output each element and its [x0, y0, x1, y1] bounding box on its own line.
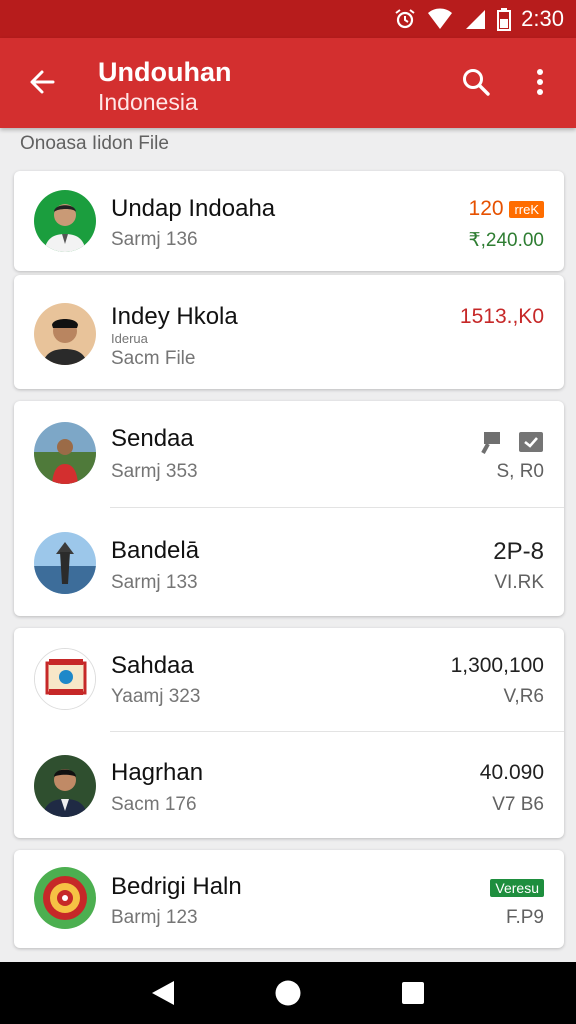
back-button[interactable] [22, 62, 62, 102]
avatar [34, 303, 96, 365]
square-recents-icon [402, 982, 425, 1004]
item-subtitle: Barmj 123 [111, 907, 198, 928]
signal-icon [463, 8, 487, 30]
app-bar: Undouhan Indonesia [0, 38, 576, 128]
list-card: Bedrigi Haln Barmj 123 Veresu F.P9 [14, 850, 564, 948]
item-secondary-value: S, R0 [496, 461, 544, 482]
list-card: Undap Indoaha Sarmj 136 120 rreK ₹,240.0… [14, 171, 564, 271]
search-icon [463, 69, 490, 96]
battery-icon [497, 7, 512, 31]
item-value: Veresu [490, 876, 544, 900]
status-time: 2:30 [521, 6, 564, 31]
list-item[interactable]: Hagrhan Sacm 176 40.090 V7 B6 [14, 732, 564, 838]
list-card: Sendaa Sarmj 353 S, R0 Bandelā Sarmj 133… [14, 401, 564, 616]
list-card: Sahdaa Yaamj 323 1,300,100 V,R6 Hagrhan … [14, 628, 564, 838]
system-nav-bar [0, 962, 576, 1024]
nav-recents-button[interactable] [388, 968, 438, 1018]
item-name: Bedrigi Haln [111, 873, 242, 900]
item-name: Bandelā [111, 537, 200, 564]
more-vert-icon [537, 69, 543, 95]
wifi-icon [427, 8, 453, 30]
circle-home-icon [275, 980, 301, 1006]
item-secondary-value: ₹,240.00 [468, 230, 544, 251]
avatar [34, 755, 96, 817]
item-secondary-value: V7 B6 [492, 794, 544, 815]
status-bar: 2:30 [0, 0, 576, 38]
avatar [34, 190, 96, 252]
app-bar-titles: Undouhan Indonesia [98, 56, 231, 116]
item-name: Sendaa [111, 425, 194, 452]
list-item[interactable]: Indey Hkola Iderua Sacm File 1513.,K0 [14, 275, 564, 389]
item-name: Hagrhan [111, 759, 204, 786]
item-subtitle: Sarmj 133 [111, 572, 198, 593]
item-subtitle: Sacm File [111, 348, 196, 369]
item-name: Undap Indoaha [111, 195, 276, 222]
item-secondary-value: F.P9 [505, 907, 544, 928]
item-value: 1513.,K0 [459, 305, 544, 328]
item-name: Sahdaa [111, 652, 194, 679]
more-options-button[interactable] [520, 62, 560, 102]
section-header: Onoasa Iidon File [20, 133, 169, 154]
item-badge: rreK [509, 200, 544, 218]
nav-back-button[interactable] [138, 968, 188, 1018]
item-caption: Iderua [111, 331, 148, 346]
avatar [34, 532, 96, 594]
item-subtitle: Sarmj 353 [111, 461, 198, 482]
item-value-text: 120 [468, 197, 504, 220]
triangle-back-icon [151, 981, 174, 1005]
list-item[interactable]: Undap Indoaha Sarmj 136 120 rreK ₹,240.0… [14, 171, 564, 271]
page-subtitle: Indonesia [98, 89, 198, 115]
item-subtitle: Sarmj 136 [111, 229, 198, 250]
item-value: 1,300,100 [450, 654, 544, 677]
arrow-back-icon [30, 70, 55, 94]
item-subtitle: Sacm 176 [111, 794, 197, 815]
item-value: 40.090 [479, 761, 544, 784]
item-name: Indey Hkola [111, 303, 238, 330]
search-button[interactable] [456, 62, 496, 102]
item-secondary-value: V,R6 [503, 686, 545, 707]
item-value: 2P-8 [493, 538, 544, 565]
check-box-icon[interactable] [518, 431, 544, 455]
list-card: Indey Hkola Iderua Sacm File 1513.,K0 [14, 275, 564, 389]
item-subtitle: Yaamj 323 [111, 686, 201, 707]
list-item[interactable]: Sahdaa Yaamj 323 1,300,100 V,R6 [14, 628, 564, 731]
avatar [34, 648, 96, 710]
list-item[interactable]: Bedrigi Haln Barmj 123 Veresu F.P9 [14, 850, 564, 948]
list-item[interactable]: Bandelā Sarmj 133 2P-8 VI.RK [14, 508, 564, 616]
avatar [34, 867, 96, 929]
nav-home-button[interactable] [263, 968, 313, 1018]
alarm-icon [393, 7, 417, 31]
avatar [34, 422, 96, 484]
page-title: Undouhan [98, 57, 232, 87]
item-badge: Veresu [490, 879, 544, 898]
item-secondary-value: VI.RK [494, 572, 544, 593]
item-value: 120 rreK [469, 197, 544, 221]
edit-search-icon[interactable] [480, 429, 508, 457]
item-actions [480, 429, 544, 457]
list-item[interactable]: Sendaa Sarmj 353 S, R0 [14, 401, 564, 507]
